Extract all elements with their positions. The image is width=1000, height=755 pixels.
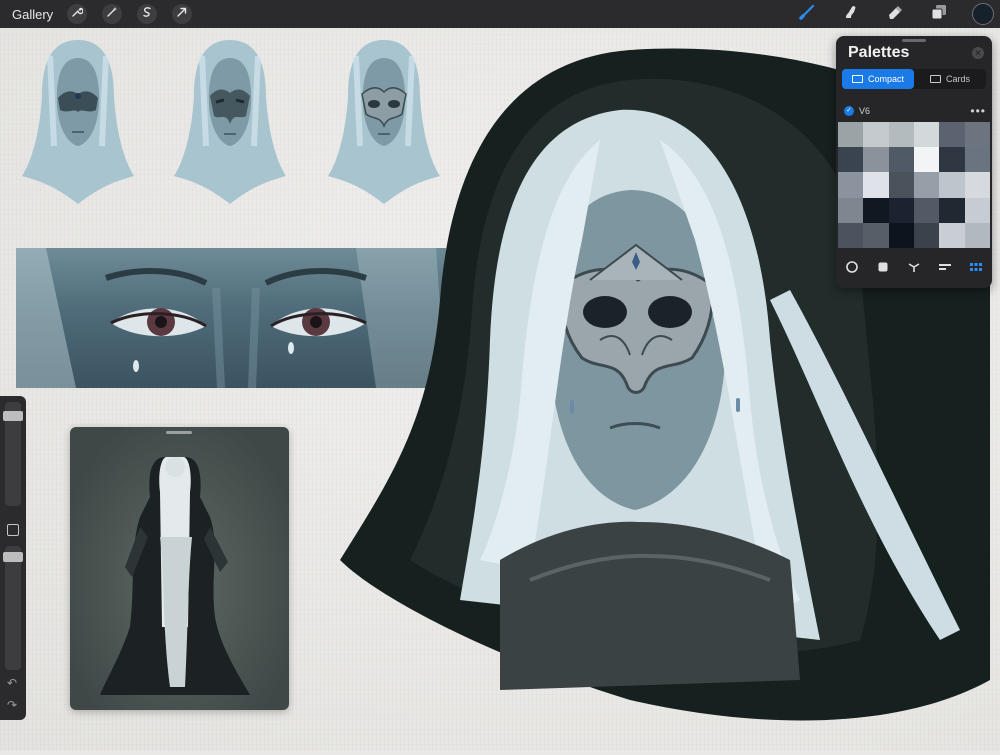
head-study-1 [20,36,136,206]
modify-button[interactable] [7,524,19,536]
classic-icon [876,260,890,279]
compact-icon [851,75,863,83]
brush-icon [798,3,816,26]
smudge-icon [842,3,860,26]
palette-name[interactable]: V6 [859,106,870,116]
color-swatch-3[interactable] [888,122,914,148]
color-swatch-25[interactable] [838,222,864,248]
palettes-panel: Palettes ✕ Compact Cards ✓ V6 ••• [836,36,992,288]
color-swatch-19[interactable] [838,197,864,223]
selection-icon [141,5,153,23]
opacity-thumb[interactable] [3,552,23,562]
wrench-icon [71,5,84,23]
value-mode-button[interactable] [937,261,953,277]
close-icon[interactable]: ✕ [972,47,984,59]
color-swatch-13[interactable] [838,172,864,198]
color-swatch-7[interactable] [838,147,864,173]
color-swatch-18[interactable] [964,172,990,198]
color-swatch-1[interactable] [838,122,864,148]
color-swatch-30[interactable] [964,222,990,248]
transform-arrow-icon [176,5,188,23]
color-swatch-24[interactable] [964,197,990,223]
selection-button[interactable] [137,4,158,24]
value-icon [938,260,952,279]
color-swatch-10[interactable] [914,147,940,173]
brush-tool-button[interactable] [796,3,818,25]
color-swatch-11[interactable] [939,147,965,173]
tab-cards-label: Cards [945,74,970,84]
color-swatch-5[interactable] [939,122,965,148]
tab-compact-label: Compact [867,74,904,84]
swatch-grid [838,122,990,248]
tab-cards[interactable]: Cards [914,69,986,89]
color-swatch-12[interactable] [964,147,990,173]
color-swatch-14[interactable] [863,172,889,198]
adjustments-button[interactable] [102,4,123,24]
palette-view-tabs: Compact Cards [842,69,986,89]
color-swatch-4[interactable] [914,122,940,148]
panel-title: Palettes [848,44,910,61]
layers-button[interactable] [928,3,950,25]
color-swatch-20[interactable] [863,197,889,223]
color-swatch-6[interactable] [964,122,990,148]
color-swatch-21[interactable] [888,197,914,223]
color-swatch-28[interactable] [914,222,940,248]
color-swatch-16[interactable] [914,172,940,198]
palette-header-row: ✓ V6 ••• [844,104,986,118]
classic-mode-button[interactable] [875,261,891,277]
actions-button[interactable] [67,4,88,24]
right-tools [796,0,1000,28]
disc-icon [845,260,859,279]
panel-grip[interactable] [902,39,926,42]
redo-icon[interactable]: ↷ [7,698,17,712]
undo-icon[interactable]: ↶ [7,676,17,690]
left-sidebar: ↶ ↷ [0,396,26,720]
eraser-icon [886,3,904,26]
more-options-icon[interactable]: ••• [970,104,986,118]
color-swatch-15[interactable] [888,172,914,198]
eraser-tool-button[interactable] [884,3,906,25]
color-mode-bar [836,258,992,280]
color-swatch-9[interactable] [888,147,914,173]
color-swatch-23[interactable] [939,197,965,223]
palettes-mode-button[interactable] [968,261,984,277]
cards-icon [929,75,941,83]
brush-size-thumb[interactable] [3,411,23,421]
color-swatch-8[interactable] [863,147,889,173]
harmony-icon [907,260,921,279]
color-swatch-29[interactable] [939,222,965,248]
tab-compact[interactable]: Compact [842,69,914,89]
brush-size-slider[interactable] [3,402,23,506]
color-swatch-22[interactable] [914,197,940,223]
top-toolbar: Gallery [0,0,1000,28]
opacity-slider[interactable] [3,546,23,670]
color-swatch-27[interactable] [888,222,914,248]
layers-icon [930,3,948,26]
gallery-button[interactable]: Gallery [12,7,53,22]
head-study-2 [172,36,288,206]
color-swatch-2[interactable] [863,122,889,148]
transform-button[interactable] [172,4,193,24]
reference-figure-card[interactable] [70,427,289,710]
color-swatch-17[interactable] [939,172,965,198]
smudge-tool-button[interactable] [840,3,862,25]
default-palette-check-icon[interactable]: ✓ [844,106,854,116]
color-swatch-26[interactable] [863,222,889,248]
card-grip[interactable] [166,431,192,434]
harmony-mode-button[interactable] [906,261,922,277]
palette-grid-icon [969,260,983,279]
disc-mode-button[interactable] [844,260,860,279]
magic-wand-icon [106,5,118,23]
color-swatch-button[interactable] [972,3,994,25]
